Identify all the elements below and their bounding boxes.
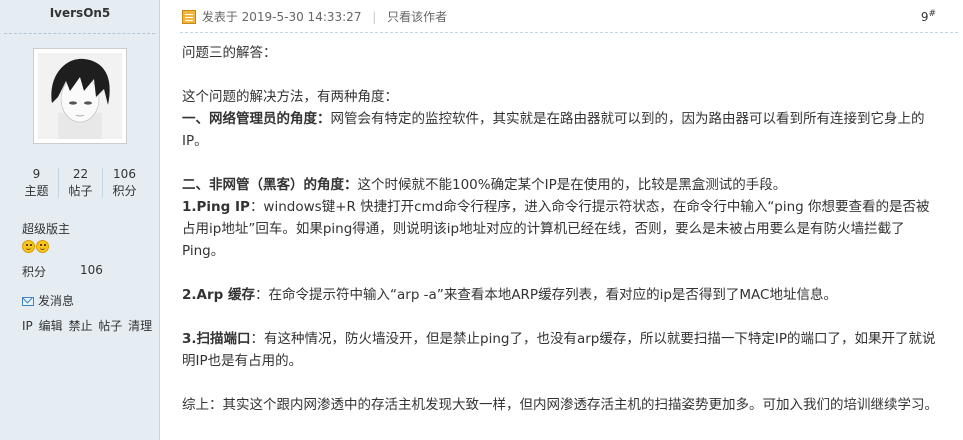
author-sidebar: IversOn5 9 主题 22 帖子 106 积分 超级版主 积分 106 发…: [0, 0, 160, 440]
post-timestamp: 发表于 2019-5-30 14:33:27: [201, 10, 362, 24]
author-only-link[interactable]: 只看该作者: [387, 10, 447, 24]
rank-icons: [22, 238, 50, 254]
admin-link-posts[interactable]: 帖子: [98, 319, 122, 333]
stat-label: 帖子: [68, 184, 93, 198]
post-paragraph: 2.Arp 缓存：在命令提示符中输入“arp -a”来查看本地ARP缓存列表，看…: [182, 284, 942, 306]
floor-number[interactable]: 9#: [921, 9, 936, 24]
user-rank[interactable]: 超级版主: [22, 220, 70, 237]
floor-mark: #: [928, 9, 936, 19]
envelope-icon: [22, 297, 34, 306]
paragraph-text: 这个时候就不能100%确定某个IP是在使用的，比较是黑盒测试的手段。: [357, 177, 787, 193]
post-paragraph: 一、网络管理员的角度：网管会有特定的监控软件，其实就是在路由器就可以到的，因为路…: [182, 108, 942, 152]
stat-posts[interactable]: 22 帖子: [59, 166, 102, 200]
post-paragraph: 1.Ping IP：windows键+R 快捷打开cmd命令行程序，进入命令行提…: [182, 196, 942, 262]
post-paragraph: 这个问题的解决方法，有两种角度：: [182, 86, 942, 108]
stat-value: 106: [113, 167, 136, 181]
paragraph-heading: 二、非网管（黑客）的角度：: [182, 177, 358, 193]
post-paragraph: 3.扫描端口：有这种情况，防火墙没开，但是禁止ping了，也没有arp缓存，所以…: [182, 328, 942, 372]
admin-link-ban[interactable]: 禁止: [68, 319, 92, 333]
smiley-icon: [22, 240, 35, 253]
avatar[interactable]: [33, 48, 127, 144]
forum-post: IversOn5 9 主题 22 帖子 106 积分 超级版主 积分 106 发…: [0, 0, 963, 440]
points-value: 106: [80, 263, 103, 277]
send-message-link[interactable]: 发消息: [22, 292, 74, 309]
avatar-image: [38, 53, 122, 139]
divider: [4, 33, 155, 34]
admin-link-clean[interactable]: 清理: [128, 319, 152, 333]
smiley-icon: [36, 240, 49, 253]
post-content-area: 发表于 2019-5-30 14:33:27 | 只看该作者 9# 问题三的解答…: [172, 0, 958, 440]
meta-separator: |: [372, 10, 377, 24]
stat-points[interactable]: 106 积分: [103, 166, 146, 200]
paragraph-text: ：windows键+R 快捷打开cmd命令行程序，进入命令行提示符状态，在命令行…: [182, 199, 930, 259]
post-paragraph: 综上：其实这个跟内网渗透中的存活主机发现大致一样，但内网渗透存活主机的扫描姿势更…: [182, 394, 942, 416]
paragraph-heading: 1.Ping IP: [182, 199, 250, 215]
send-message-label: 发消息: [38, 294, 75, 308]
points-row: 积分 106: [22, 263, 103, 280]
stat-value: 22: [72, 167, 89, 181]
paragraph-heading: 3.扫描端口: [182, 331, 251, 347]
paragraph-text: 问题三的解答：: [182, 45, 277, 61]
paragraph-text: ：在命令提示符中输入“arp -a”来查看本地ARP缓存列表，看对应的ip是否得…: [255, 287, 837, 303]
paragraph-text: ：有这种情况，防火墙没开，但是禁止ping了，也没有arp缓存，所以就要扫描一下…: [182, 331, 936, 369]
author-username[interactable]: IversOn5: [0, 6, 160, 20]
post-meta: 发表于 2019-5-30 14:33:27 | 只看该作者: [182, 8, 447, 26]
paragraph-text: 这个问题的解决方法，有两种角度：: [182, 89, 398, 105]
points-label: 积分: [22, 265, 47, 279]
paragraph-heading: 2.Arp 缓存: [182, 287, 255, 303]
paragraph-heading: 一、网络管理员的角度：: [182, 111, 331, 127]
author-stats: 9 主题 22 帖子 106 积分: [15, 166, 145, 202]
post-body: 问题三的解答： 这个问题的解决方法，有两种角度： 一、网络管理员的角度：网管会有…: [182, 42, 942, 416]
paragraph-text: 综上：其实这个跟内网渗透中的存活主机发现大致一样，但内网渗透存活主机的扫描姿势更…: [182, 397, 938, 413]
stat-value: 9: [32, 167, 41, 181]
admin-link-ip[interactable]: IP: [22, 319, 33, 333]
stat-label: 积分: [112, 184, 137, 198]
stat-threads[interactable]: 9 主题: [15, 166, 58, 200]
post-icon: [182, 10, 196, 24]
stat-label: 主题: [24, 184, 49, 198]
admin-links: IP 编辑 禁止 帖子 清理: [22, 317, 154, 334]
post-paragraph: 问题三的解答：: [182, 42, 942, 64]
divider: [180, 32, 958, 33]
post-paragraph: 二、非网管（黑客）的角度：这个时候就不能100%确定某个IP是在使用的，比较是黑…: [182, 174, 942, 196]
admin-link-edit[interactable]: 编辑: [39, 319, 63, 333]
